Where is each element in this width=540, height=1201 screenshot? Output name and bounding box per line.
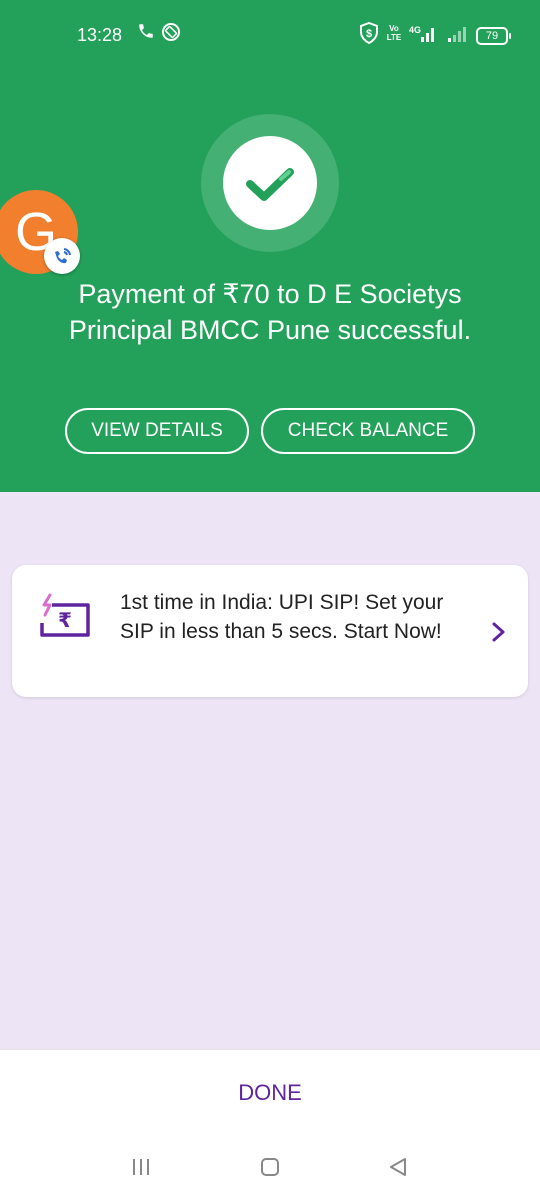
view-details-button[interactable]: VIEW DETAILS — [65, 408, 249, 454]
rupee-card-icon: ₹ — [38, 593, 96, 646]
svg-text:₹: ₹ — [58, 608, 72, 632]
status-time: 13:28 — [77, 25, 123, 45]
success-check-circle — [223, 136, 317, 230]
volte-indicator: Vo LTE — [386, 24, 402, 42]
checkmark-icon — [246, 168, 294, 201]
done-button[interactable]: DONE — [0, 1076, 540, 1110]
status-bar: 13:28 $ Vo LTE 4G 79 — [0, 0, 540, 72]
home-icon[interactable] — [258, 1155, 282, 1184]
svg-text:$: $ — [366, 28, 372, 40]
screen-rotate-icon — [161, 22, 181, 47]
promo-card[interactable]: ₹ 1st time in India: UPI SIP! Set your S… — [12, 565, 528, 697]
menu-icon[interactable] — [129, 1155, 153, 1184]
shield-icon: $ — [359, 21, 379, 49]
call-icon — [137, 22, 155, 45]
check-balance-button[interactable]: CHECK BALANCE — [261, 408, 475, 454]
signal-icon — [420, 24, 470, 49]
back-icon[interactable] — [386, 1155, 410, 1184]
battery-indicator: 79 — [476, 27, 511, 45]
promo-text: 1st time in India: UPI SIP! Set your SIP… — [120, 591, 444, 643]
payment-status-message: Payment of ₹70 to D E Societys Principal… — [68, 279, 472, 345]
call-badge-icon — [44, 238, 80, 274]
chevron-right-icon[interactable] — [488, 621, 508, 648]
